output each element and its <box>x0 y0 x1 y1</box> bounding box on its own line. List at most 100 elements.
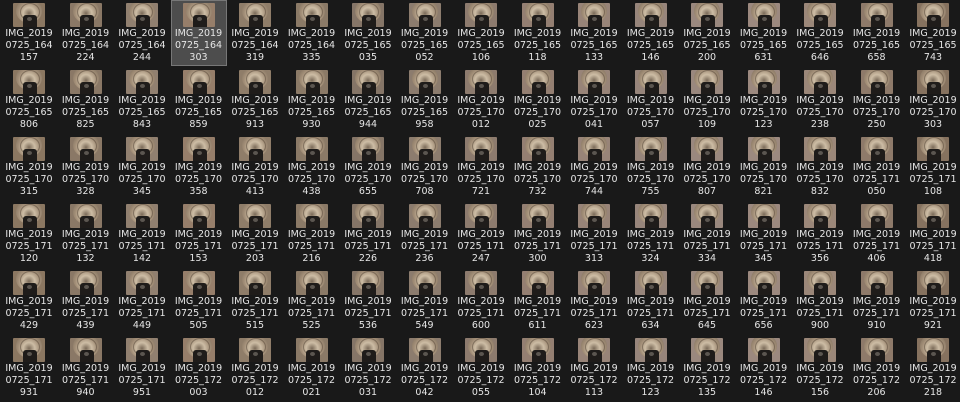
file-tile[interactable]: IMG_2019 0725_170 721 <box>453 134 509 200</box>
file-tile[interactable]: IMG_2019 0725_165 052 <box>397 0 453 66</box>
file-tile[interactable]: IMG_2019 0725_172 042 <box>397 335 453 401</box>
file-tile[interactable]: IMG_2019 0725_171 536 <box>340 268 396 334</box>
file-tile[interactable]: IMG_2019 0725_171 931 <box>1 335 57 401</box>
file-tile[interactable]: IMG_2019 0725_172 031 <box>340 335 396 401</box>
file-tile[interactable]: IMG_2019 0725_171 247 <box>453 201 509 267</box>
file-tile[interactable]: IMG_2019 0725_170 109 <box>679 67 735 133</box>
file-tile[interactable]: IMG_2019 0725_170 744 <box>566 134 622 200</box>
file-tile[interactable]: IMG_2019 0725_170 708 <box>397 134 453 200</box>
file-tile[interactable]: IMG_2019 0725_164 157 <box>1 0 57 66</box>
file-tile[interactable]: IMG_2019 0725_170 025 <box>510 67 566 133</box>
file-tile[interactable]: IMG_2019 0725_170 315 <box>1 134 57 200</box>
file-tile[interactable]: IMG_2019 0725_170 238 <box>792 67 848 133</box>
file-tile[interactable]: IMG_2019 0725_165 106 <box>453 0 509 66</box>
file-tile[interactable]: IMG_2019 0725_165 930 <box>284 67 340 133</box>
file-tile[interactable]: IMG_2019 0725_171 300 <box>510 201 566 267</box>
file-tile[interactable]: IMG_2019 0725_170 732 <box>510 134 566 200</box>
file-tile[interactable]: IMG_2019 0725_171 132 <box>58 201 114 267</box>
file-tile[interactable]: IMG_2019 0725_164 303 <box>170 0 227 66</box>
file-tile[interactable]: IMG_2019 0725_171 313 <box>566 201 622 267</box>
file-tile[interactable]: IMG_2019 0725_172 146 <box>736 335 792 401</box>
file-tile[interactable]: IMG_2019 0725_165 035 <box>340 0 396 66</box>
file-tile[interactable]: IMG_2019 0725_170 328 <box>58 134 114 200</box>
file-tile[interactable]: IMG_2019 0725_171 921 <box>905 268 960 334</box>
file-tile[interactable]: IMG_2019 0725_171 203 <box>227 201 283 267</box>
file-tile[interactable]: IMG_2019 0725_164 244 <box>114 0 170 66</box>
file-tile[interactable]: IMG_2019 0725_165 658 <box>849 0 905 66</box>
file-tile[interactable]: IMG_2019 0725_165 133 <box>566 0 622 66</box>
file-tile[interactable]: IMG_2019 0725_170 345 <box>114 134 170 200</box>
file-tile[interactable]: IMG_2019 0725_171 050 <box>849 134 905 200</box>
file-tile[interactable]: IMG_2019 0725_165 843 <box>114 67 170 133</box>
file-tile[interactable]: IMG_2019 0725_170 250 <box>849 67 905 133</box>
file-tile[interactable]: IMG_2019 0725_172 113 <box>566 335 622 401</box>
file-tile[interactable]: IMG_2019 0725_170 755 <box>623 134 679 200</box>
file-tile[interactable]: IMG_2019 0725_171 216 <box>284 201 340 267</box>
file-tile[interactable]: IMG_2019 0725_170 655 <box>340 134 396 200</box>
file-tile[interactable]: IMG_2019 0725_171 153 <box>171 201 227 267</box>
file-tile[interactable]: IMG_2019 0725_171 600 <box>453 268 509 334</box>
file-tile[interactable]: IMG_2019 0725_172 003 <box>171 335 227 401</box>
file-tile[interactable]: IMG_2019 0725_165 859 <box>171 67 227 133</box>
file-tile[interactable]: IMG_2019 0725_171 418 <box>905 201 960 267</box>
file-tile[interactable]: IMG_2019 0725_164 319 <box>227 0 283 66</box>
file-tile[interactable]: IMG_2019 0725_172 123 <box>623 335 679 401</box>
file-tile[interactable]: IMG_2019 0725_171 345 <box>736 201 792 267</box>
file-tile[interactable]: IMG_2019 0725_172 135 <box>679 335 735 401</box>
file-tile[interactable]: IMG_2019 0725_165 958 <box>397 67 453 133</box>
file-tile[interactable]: IMG_2019 0725_165 631 <box>736 0 792 66</box>
file-tile[interactable]: IMG_2019 0725_172 012 <box>227 335 283 401</box>
file-tile[interactable]: IMG_2019 0725_172 104 <box>510 335 566 401</box>
file-tile[interactable]: IMG_2019 0725_171 910 <box>849 268 905 334</box>
file-tile[interactable]: IMG_2019 0725_171 406 <box>849 201 905 267</box>
file-tile[interactable]: IMG_2019 0725_170 807 <box>679 134 735 200</box>
file-tile[interactable]: IMG_2019 0725_170 041 <box>566 67 622 133</box>
file-tile[interactable]: IMG_2019 0725_171 505 <box>171 268 227 334</box>
file-tile[interactable]: IMG_2019 0725_171 656 <box>736 268 792 334</box>
file-tile[interactable]: IMG_2019 0725_172 218 <box>905 335 960 401</box>
file-tile[interactable]: IMG_2019 0725_171 940 <box>58 335 114 401</box>
file-tile[interactable]: IMG_2019 0725_171 334 <box>679 201 735 267</box>
file-tile[interactable]: IMG_2019 0725_171 549 <box>397 268 453 334</box>
file-tile[interactable]: IMG_2019 0725_165 806 <box>1 67 57 133</box>
file-tile[interactable]: IMG_2019 0725_171 356 <box>792 201 848 267</box>
file-tile[interactable]: IMG_2019 0725_171 439 <box>58 268 114 334</box>
file-tile[interactable]: IMG_2019 0725_170 821 <box>736 134 792 200</box>
file-tile[interactable]: IMG_2019 0725_165 200 <box>679 0 735 66</box>
file-tile[interactable]: IMG_2019 0725_171 120 <box>1 201 57 267</box>
file-tile[interactable]: IMG_2019 0725_170 413 <box>227 134 283 200</box>
file-tile[interactable]: IMG_2019 0725_170 057 <box>623 67 679 133</box>
file-tile[interactable]: IMG_2019 0725_172 206 <box>849 335 905 401</box>
file-tile[interactable]: IMG_2019 0725_171 951 <box>114 335 170 401</box>
file-tile[interactable]: IMG_2019 0725_165 913 <box>227 67 283 133</box>
file-tile[interactable]: IMG_2019 0725_171 236 <box>397 201 453 267</box>
file-tile[interactable]: IMG_2019 0725_165 118 <box>510 0 566 66</box>
file-tile[interactable]: IMG_2019 0725_170 123 <box>736 67 792 133</box>
file-tile[interactable]: IMG_2019 0725_171 525 <box>284 268 340 334</box>
file-tile[interactable]: IMG_2019 0725_164 224 <box>58 0 114 66</box>
file-tile[interactable]: IMG_2019 0725_165 825 <box>58 67 114 133</box>
file-tile[interactable]: IMG_2019 0725_171 611 <box>510 268 566 334</box>
file-tile[interactable]: IMG_2019 0725_170 358 <box>171 134 227 200</box>
file-tile[interactable]: IMG_2019 0725_171 634 <box>623 268 679 334</box>
file-tile[interactable]: IMG_2019 0725_165 146 <box>623 0 679 66</box>
file-tile[interactable]: IMG_2019 0725_171 324 <box>623 201 679 267</box>
file-tile[interactable]: IMG_2019 0725_171 449 <box>114 268 170 334</box>
file-tile[interactable]: IMG_2019 0725_172 055 <box>453 335 509 401</box>
file-tile[interactable]: IMG_2019 0725_165 944 <box>340 67 396 133</box>
file-tile[interactable]: IMG_2019 0725_172 021 <box>284 335 340 401</box>
file-tile[interactable]: IMG_2019 0725_171 515 <box>227 268 283 334</box>
file-tile[interactable]: IMG_2019 0725_171 623 <box>566 268 622 334</box>
file-tile[interactable]: IMG_2019 0725_171 108 <box>905 134 960 200</box>
file-tile[interactable]: IMG_2019 0725_164 335 <box>284 0 340 66</box>
file-tile[interactable]: IMG_2019 0725_171 645 <box>679 268 735 334</box>
file-tile[interactable]: IMG_2019 0725_170 303 <box>905 67 960 133</box>
file-tile[interactable]: IMG_2019 0725_171 429 <box>1 268 57 334</box>
file-tile[interactable]: IMG_2019 0725_171 226 <box>340 201 396 267</box>
file-tile[interactable]: IMG_2019 0725_170 438 <box>284 134 340 200</box>
file-tile[interactable]: IMG_2019 0725_170 832 <box>792 134 848 200</box>
file-tile[interactable]: IMG_2019 0725_165 743 <box>905 0 960 66</box>
file-tile[interactable]: IMG_2019 0725_170 012 <box>453 67 509 133</box>
file-tile[interactable]: IMG_2019 0725_172 156 <box>792 335 848 401</box>
file-tile[interactable]: IMG_2019 0725_171 900 <box>792 268 848 334</box>
